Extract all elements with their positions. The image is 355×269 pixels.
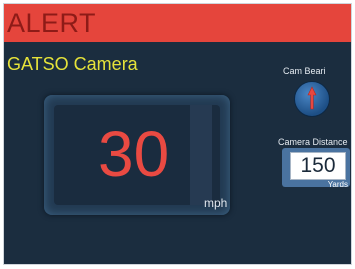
camera-bearing-label: Cam Beari xyxy=(283,66,326,76)
up-arrow-icon xyxy=(307,86,317,110)
camera-distance-panel: 150 Yards xyxy=(282,148,350,189)
speed-display: 30 xyxy=(54,105,220,205)
alert-screen: ALERT GATSO Camera 30 mph Cam Beari Came… xyxy=(3,3,352,265)
speed-limit-value: 30 xyxy=(98,118,170,190)
camera-distance-label: Camera Distance xyxy=(278,137,348,147)
camera-distance-value: 150 xyxy=(290,152,346,180)
speed-display-stripe xyxy=(190,105,212,205)
speed-unit-label: mph xyxy=(204,196,228,210)
alert-title: ALERT xyxy=(7,8,97,38)
alert-bar: ALERT xyxy=(4,4,351,42)
camera-type-label: GATSO Camera xyxy=(7,54,138,74)
distance-unit-label: Yards xyxy=(327,180,348,189)
speed-limit-panel: 30 mph xyxy=(44,95,230,215)
camera-bearing-compass xyxy=(294,81,330,117)
